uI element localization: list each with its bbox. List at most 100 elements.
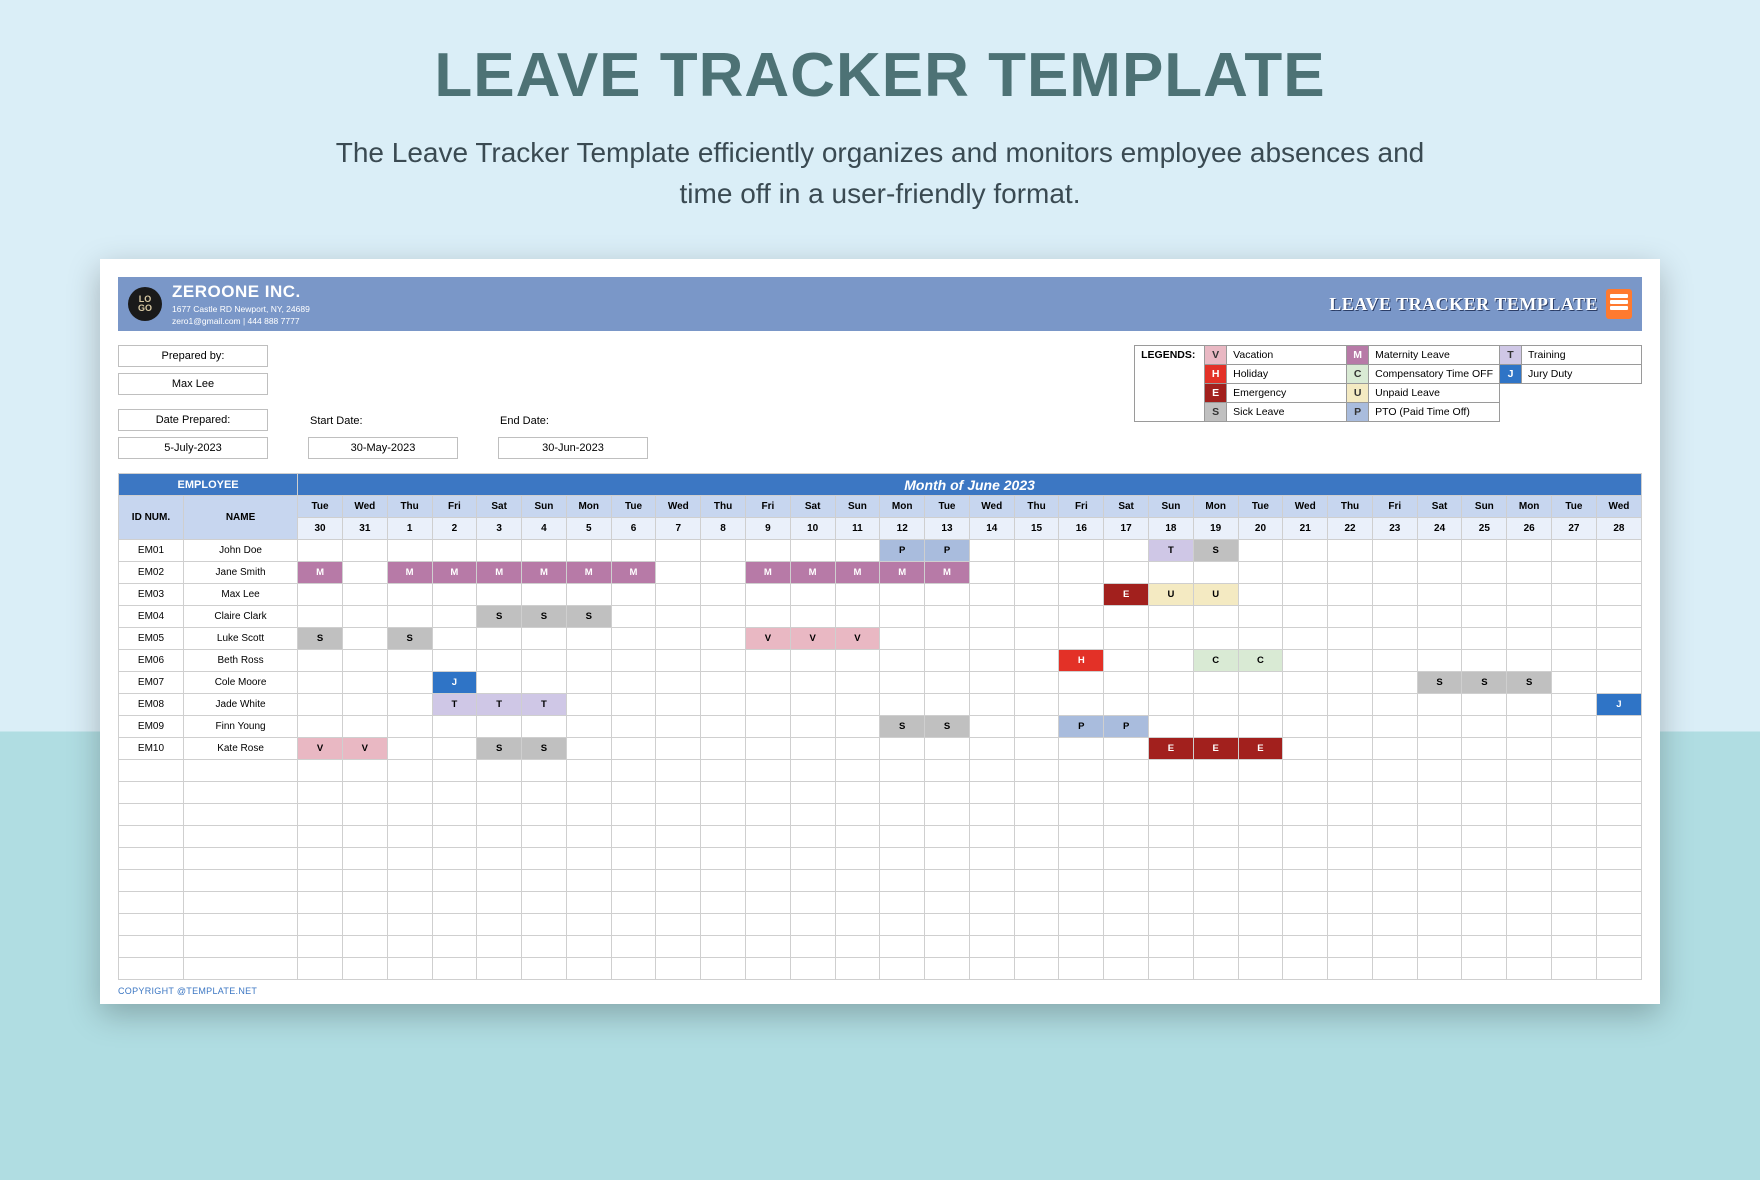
day-cell[interactable] xyxy=(1372,694,1417,716)
day-cell[interactable]: C xyxy=(1193,650,1238,672)
employee-name[interactable]: John Doe xyxy=(183,540,297,562)
empty-cell[interactable] xyxy=(1328,782,1373,804)
empty-cell[interactable] xyxy=(1372,848,1417,870)
empty-cell[interactable] xyxy=(387,892,432,914)
day-cell[interactable] xyxy=(1552,584,1597,606)
day-cell[interactable]: T xyxy=(477,694,522,716)
day-cell[interactable] xyxy=(656,606,701,628)
day-cell[interactable] xyxy=(969,584,1014,606)
empty-cell[interactable] xyxy=(342,826,387,848)
day-cell[interactable] xyxy=(1328,628,1373,650)
day-cell[interactable] xyxy=(611,738,656,760)
empty-cell[interactable] xyxy=(1149,958,1194,980)
empty-cell[interactable] xyxy=(1149,914,1194,936)
empty-cell[interactable] xyxy=(119,892,184,914)
empty-cell[interactable] xyxy=(611,760,656,782)
empty-cell[interactable] xyxy=(1596,848,1641,870)
day-cell[interactable] xyxy=(969,540,1014,562)
empty-cell[interactable] xyxy=(835,870,880,892)
day-cell[interactable] xyxy=(387,694,432,716)
empty-cell[interactable] xyxy=(925,870,970,892)
empty-cell[interactable] xyxy=(1238,958,1283,980)
empty-cell[interactable] xyxy=(342,892,387,914)
day-cell[interactable] xyxy=(611,672,656,694)
day-cell[interactable] xyxy=(611,716,656,738)
day-cell[interactable] xyxy=(656,672,701,694)
empty-cell[interactable] xyxy=(522,848,567,870)
day-cell[interactable]: T xyxy=(432,694,477,716)
day-cell[interactable] xyxy=(342,540,387,562)
day-cell[interactable] xyxy=(1283,540,1328,562)
empty-cell[interactable] xyxy=(1014,892,1059,914)
empty-cell[interactable] xyxy=(183,958,297,980)
empty-cell[interactable] xyxy=(1596,760,1641,782)
empty-cell[interactable] xyxy=(925,804,970,826)
day-cell[interactable] xyxy=(566,650,611,672)
end-date-value[interactable]: 30-Jun-2023 xyxy=(498,437,648,459)
day-cell[interactable] xyxy=(1507,540,1552,562)
day-cell[interactable] xyxy=(880,694,925,716)
day-cell[interactable] xyxy=(1328,716,1373,738)
day-cell[interactable] xyxy=(880,628,925,650)
empty-cell[interactable] xyxy=(1417,826,1462,848)
empty-cell[interactable] xyxy=(1283,826,1328,848)
day-cell[interactable] xyxy=(298,694,343,716)
empty-cell[interactable] xyxy=(1059,870,1104,892)
empty-cell[interactable] xyxy=(745,826,790,848)
empty-cell[interactable] xyxy=(522,804,567,826)
empty-cell[interactable] xyxy=(387,914,432,936)
empty-cell[interactable] xyxy=(1596,914,1641,936)
day-cell[interactable]: T xyxy=(1149,540,1194,562)
empty-cell[interactable] xyxy=(611,782,656,804)
day-cell[interactable] xyxy=(701,562,746,584)
day-cell[interactable] xyxy=(1507,562,1552,584)
empty-cell[interactable] xyxy=(566,848,611,870)
day-cell[interactable] xyxy=(790,584,835,606)
day-cell[interactable] xyxy=(969,606,1014,628)
day-cell[interactable] xyxy=(1104,694,1149,716)
empty-cell[interactable] xyxy=(342,848,387,870)
day-cell[interactable]: M xyxy=(925,562,970,584)
empty-cell[interactable] xyxy=(925,958,970,980)
day-cell[interactable] xyxy=(1507,738,1552,760)
day-cell[interactable] xyxy=(298,650,343,672)
day-cell[interactable] xyxy=(1014,738,1059,760)
empty-cell[interactable] xyxy=(1596,892,1641,914)
day-cell[interactable] xyxy=(342,716,387,738)
empty-cell[interactable] xyxy=(656,892,701,914)
empty-cell[interactable] xyxy=(1149,870,1194,892)
empty-cell[interactable] xyxy=(925,892,970,914)
empty-cell[interactable] xyxy=(1014,958,1059,980)
empty-cell[interactable] xyxy=(701,760,746,782)
empty-cell[interactable] xyxy=(656,914,701,936)
employee-id[interactable]: EM05 xyxy=(119,628,184,650)
empty-cell[interactable] xyxy=(611,826,656,848)
day-cell[interactable] xyxy=(1372,606,1417,628)
empty-cell[interactable] xyxy=(432,870,477,892)
day-cell[interactable] xyxy=(745,540,790,562)
empty-cell[interactable] xyxy=(745,892,790,914)
day-cell[interactable]: S xyxy=(925,716,970,738)
empty-cell[interactable] xyxy=(611,892,656,914)
empty-cell[interactable] xyxy=(566,804,611,826)
empty-cell[interactable] xyxy=(183,892,297,914)
day-cell[interactable] xyxy=(745,672,790,694)
empty-cell[interactable] xyxy=(1104,826,1149,848)
day-cell[interactable] xyxy=(745,694,790,716)
day-cell[interactable] xyxy=(880,738,925,760)
day-cell[interactable]: M xyxy=(835,562,880,584)
empty-cell[interactable] xyxy=(1014,782,1059,804)
empty-cell[interactable] xyxy=(1417,936,1462,958)
empty-cell[interactable] xyxy=(656,870,701,892)
empty-cell[interactable] xyxy=(701,958,746,980)
day-cell[interactable]: E xyxy=(1104,584,1149,606)
day-cell[interactable] xyxy=(1372,562,1417,584)
empty-cell[interactable] xyxy=(1193,914,1238,936)
day-cell[interactable]: M xyxy=(477,562,522,584)
day-cell[interactable] xyxy=(835,716,880,738)
empty-cell[interactable] xyxy=(1552,958,1597,980)
day-cell[interactable] xyxy=(1059,628,1104,650)
empty-cell[interactable] xyxy=(1372,760,1417,782)
day-cell[interactable] xyxy=(1417,628,1462,650)
empty-cell[interactable] xyxy=(432,848,477,870)
